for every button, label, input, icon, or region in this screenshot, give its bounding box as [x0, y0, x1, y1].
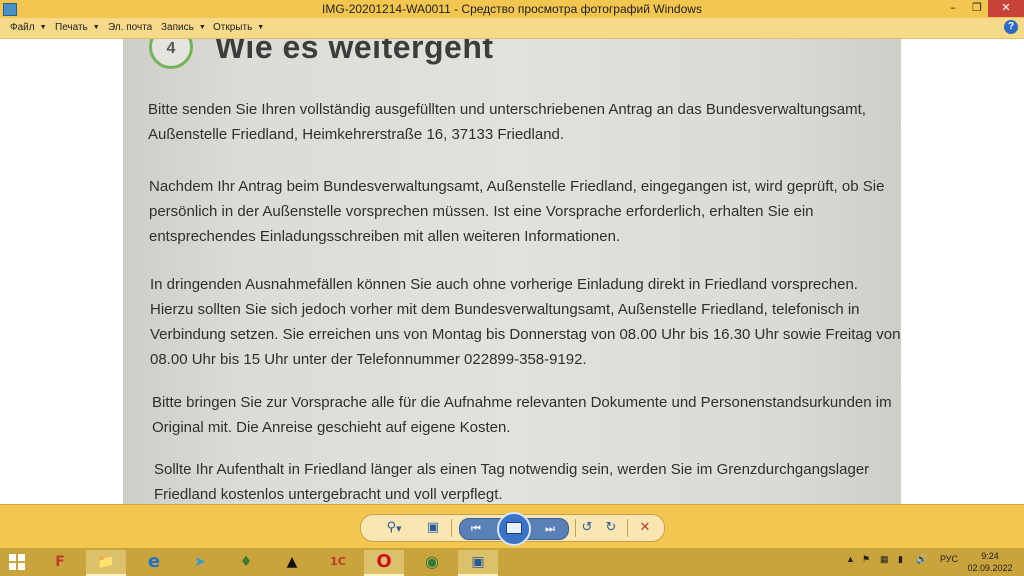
- windows-start-icon[interactable]: [9, 554, 25, 570]
- clock[interactable]: 9:24 02.09.2022: [960, 550, 1020, 574]
- chrome-icon[interactable]: ◉: [412, 550, 452, 574]
- close-button[interactable]: ✕: [988, 0, 1024, 17]
- step-number: 4: [166, 40, 176, 57]
- rotate-right-icon[interactable]: ↻: [601, 519, 621, 537]
- help-icon[interactable]: ?: [1004, 20, 1018, 34]
- photo-viewer-taskbar-icon[interactable]: ▣: [458, 550, 498, 576]
- menu-email-label: Эл. почта: [108, 22, 153, 33]
- actual-size-icon[interactable]: ▣: [423, 519, 443, 537]
- text-line: Nachdem Ihr Antrag beim Bundesverwaltung…: [149, 178, 885, 195]
- menu-bar: Файл ▼ Печать ▼ Эл. почта Запись ▼ Открыть ▼…: [0, 18, 1024, 39]
- displayed-photo: 4 Wie es weitergeht Bitte senden Sie Ihr…: [123, 39, 901, 504]
- app-game-icon[interactable]: ♦: [226, 550, 266, 574]
- menu-open-label: Открыть: [213, 22, 253, 33]
- photo-paragraph-1: Bitte senden Sie Ihren vollständig ausge…: [148, 97, 866, 147]
- text-line: Bitte senden Sie Ihren vollständig ausge…: [148, 101, 866, 118]
- menu-open[interactable]: Открыть ▼: [213, 22, 264, 33]
- chevron-down-icon: ▼: [39, 24, 47, 31]
- separator: [451, 519, 452, 537]
- next-icon[interactable]: ⏭: [538, 520, 562, 538]
- text-line: Hierzu sollten Sie sich jedoch vorher mi…: [150, 301, 860, 318]
- menu-print[interactable]: Печать ▼: [55, 22, 100, 33]
- show-hidden-icons-icon[interactable]: ▲: [846, 554, 855, 564]
- window-title: IMG-20201214-WA0011 - Средство просмотра…: [322, 2, 702, 16]
- viewer-toolbar: ⚲▼ ▣ ⏮ ⏭ ↺ ↻ ✕: [0, 504, 1024, 549]
- opera-icon[interactable]: O: [364, 550, 404, 576]
- network-icon[interactable]: ▦: [880, 554, 889, 565]
- restore-button[interactable]: ❐: [966, 0, 988, 17]
- flag-icon[interactable]: ⚑: [862, 554, 870, 565]
- text-line: Außenstelle Friedland, Heimkehrerstraße …: [148, 126, 565, 143]
- 1c-icon[interactable]: 1С: [318, 550, 358, 574]
- battery-icon[interactable]: ▮: [898, 554, 903, 565]
- clock-date: 02.09.2022: [967, 563, 1013, 573]
- taskbar: F 📁 e ➤ ♦ ▲ 1С O ◉ ▣ ▲ ⚑ ▦ ▮ 🔊 РУС 9:24 …: [0, 548, 1024, 576]
- app-f-icon[interactable]: F: [40, 550, 80, 574]
- photo-paragraph-3: In dringenden Ausnahmefällen können Sie …: [150, 272, 900, 372]
- menu-burn[interactable]: Запись ▼: [161, 22, 206, 33]
- menu-print-label: Печать: [55, 22, 88, 33]
- text-line: Sollte Ihr Aufenthalt in Friedland länge…: [154, 461, 870, 478]
- menu-file[interactable]: Файл ▼: [10, 22, 47, 33]
- photo-heading: Wie es weitergeht: [215, 39, 494, 65]
- text-line: In dringenden Ausnahmefällen können Sie …: [150, 276, 858, 293]
- text-line: Friedland kostenlos untergebracht und vo…: [154, 486, 503, 503]
- clock-time: 9:24: [981, 551, 999, 561]
- menu-email[interactable]: Эл. почта: [108, 22, 152, 33]
- volume-icon[interactable]: 🔊: [916, 554, 927, 565]
- text-line: 08.00 Uhr bis 15 Uhr unter der Telefonnu…: [150, 351, 587, 368]
- text-line: entsprechendes Einladungsschreiben mit a…: [149, 228, 621, 245]
- menu-file-label: Файл: [10, 22, 35, 33]
- text-line: Bitte bringen Sie zur Vorsprache alle fü…: [152, 394, 892, 411]
- minimize-button[interactable]: –: [940, 0, 966, 17]
- chevron-down-icon: ▼: [92, 24, 100, 31]
- step-number-circle: 4: [149, 39, 193, 69]
- delete-icon[interactable]: ✕: [635, 519, 655, 537]
- slideshow-button[interactable]: [497, 512, 531, 546]
- language-indicator[interactable]: РУС: [940, 554, 958, 564]
- photo-viewer-area: 4 Wie es weitergeht Bitte senden Sie Ihr…: [0, 39, 1024, 504]
- text-line: Original mit. Die Anreise geschieht auf …: [152, 419, 511, 436]
- file-explorer-icon[interactable]: 📁: [86, 550, 126, 576]
- photo-paragraph-5: Sollte Ihr Aufenthalt in Friedland länge…: [154, 457, 869, 504]
- photo-paragraph-2: Nachdem Ihr Antrag beim Bundesverwaltung…: [149, 174, 884, 249]
- chevron-down-icon: ▼: [198, 24, 206, 31]
- viewer-controls: ⚲▼ ▣ ⏮ ⏭ ↺ ↻ ✕: [360, 512, 665, 546]
- telegram-icon[interactable]: ➤: [180, 550, 220, 574]
- text-line: Verbindung setzen. Sie erreichen uns von…: [150, 326, 901, 343]
- separator: [575, 519, 576, 537]
- slideshow-icon: [506, 522, 522, 534]
- previous-icon[interactable]: ⏮: [464, 520, 488, 538]
- title-bar: IMG-20201214-WA0011 - Средство просмотра…: [0, 0, 1024, 19]
- chevron-down-icon: ▼: [257, 24, 265, 31]
- app-triangle-icon[interactable]: ▲: [272, 550, 312, 574]
- menu-burn-label: Запись: [161, 22, 194, 33]
- zoom-icon[interactable]: ⚲▼: [379, 519, 409, 537]
- text-line: persönlich in der Außenstelle vorspreche…: [149, 203, 814, 220]
- separator: [627, 519, 628, 537]
- photo-paragraph-4: Bitte bringen Sie zur Vorsprache alle fü…: [152, 390, 892, 440]
- internet-explorer-icon[interactable]: e: [134, 550, 174, 574]
- rotate-left-icon[interactable]: ↺: [577, 519, 597, 537]
